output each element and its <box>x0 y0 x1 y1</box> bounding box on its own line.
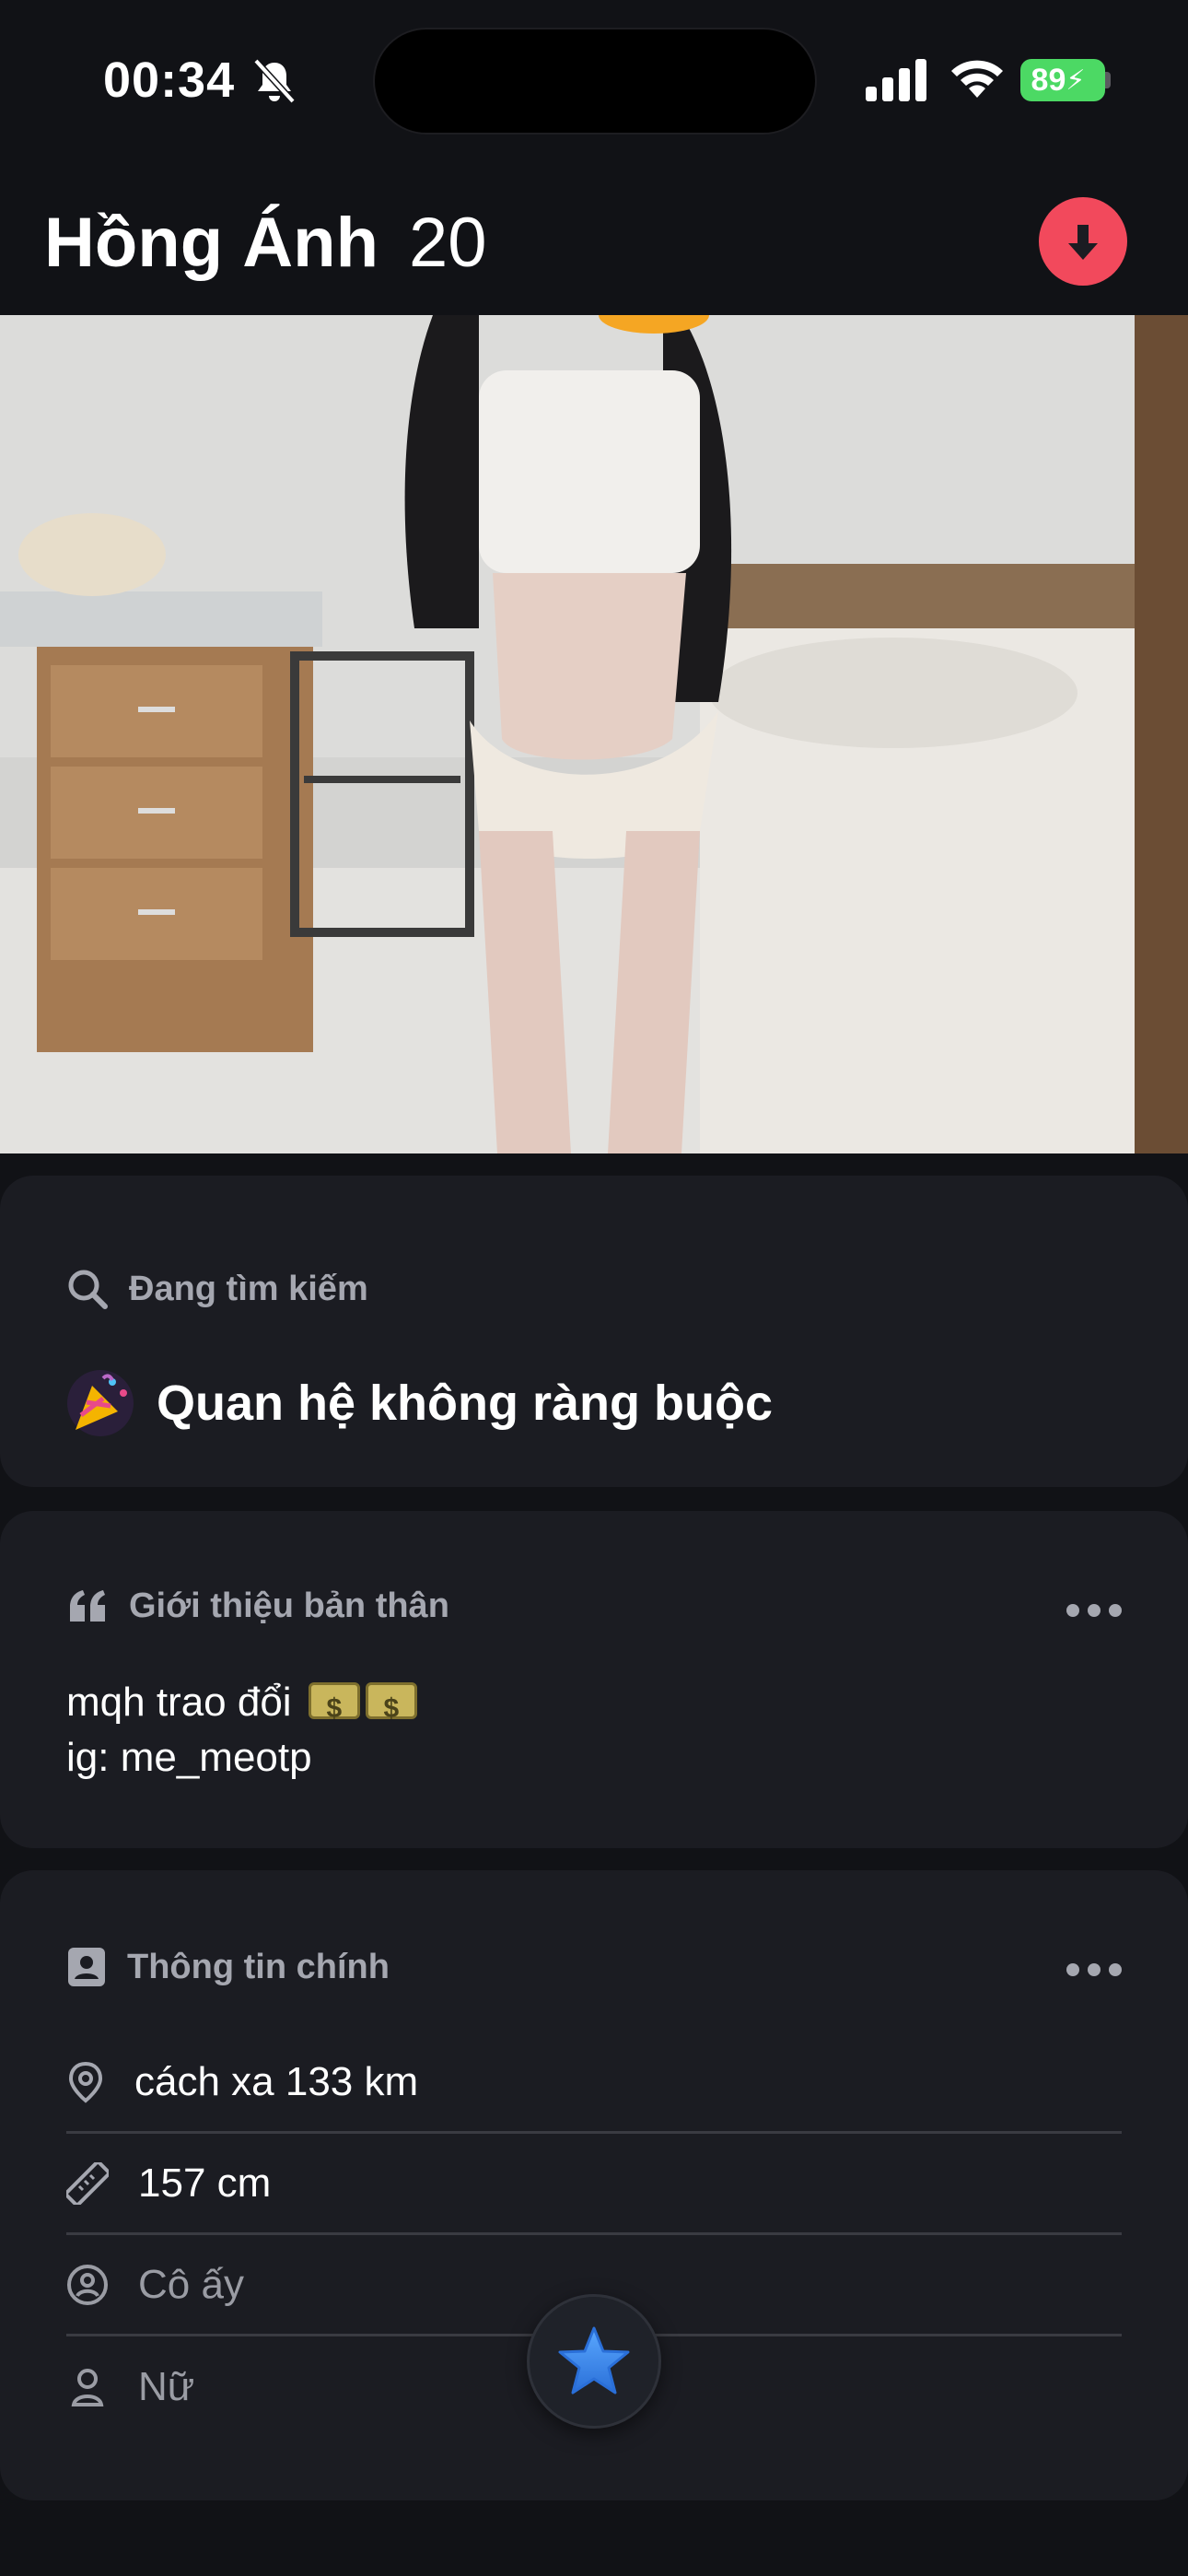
charging-bolt-icon: ⚡ <box>1066 64 1086 96</box>
looking-for-card: Đang tìm kiếm Quan hệ không ràng buộc <box>0 1176 1188 1487</box>
looking-for-header: Đang tìm kiếm <box>66 1268 368 1310</box>
battery-cap <box>1105 72 1111 88</box>
money-emoji-icon <box>308 1681 360 1737</box>
money-emoji-icon <box>365 1681 417 1737</box>
about-me-more-button[interactable] <box>1066 1601 1122 1620</box>
location-pin-icon <box>68 2061 103 2103</box>
collapse-profile-button[interactable] <box>1039 197 1127 286</box>
battery-level: 89 <box>1031 62 1066 98</box>
status-bar: 00:34 89 ⚡ <box>0 0 1188 157</box>
bio-line-1: mqh trao đổi <box>66 1680 292 1725</box>
profile-header: Hồng Ánh 20 <box>0 157 1188 315</box>
search-icon <box>68 1270 108 1309</box>
about-me-heading: Giới thiệu bản thân <box>129 1587 449 1625</box>
dynamic-island <box>373 28 817 135</box>
profile-name: Hồng Ánh <box>44 204 379 282</box>
ruler-icon <box>66 2161 109 2205</box>
wifi-icon <box>951 60 1003 98</box>
looking-for-heading: Đang tìm kiếm <box>129 1269 368 1308</box>
basics-heading: Thông tin chính <box>127 1947 390 1986</box>
quote-icon <box>70 1589 105 1622</box>
star-icon <box>558 2326 630 2395</box>
basics-header: Thông tin chính <box>66 1946 390 1988</box>
about-me-card: Giới thiệu bản thân mqh trao đổi ig: me_… <box>0 1511 1188 1848</box>
about-me-text: mqh trao đổi ig: me_meotp <box>66 1675 417 1786</box>
party-popper-icon <box>67 1370 134 1436</box>
user-circle-icon <box>67 2264 108 2305</box>
pronoun-text: Cô ấy <box>138 2261 244 2307</box>
distance-row: cách xa 133 km <box>66 2032 1122 2134</box>
about-me-header: Giới thiệu bản thân <box>66 1587 449 1626</box>
arrow-down-icon <box>1068 225 1098 260</box>
super-like-button[interactable] <box>527 2294 661 2429</box>
looking-for-text: Quan hệ không ràng buộc <box>157 1376 774 1431</box>
muted-bell-icon <box>253 58 296 104</box>
bio-line-2: ig: me_meotp <box>66 1735 312 1780</box>
cellular-signal-icon <box>866 59 926 101</box>
id-card-icon <box>68 1948 105 1986</box>
battery-indicator: 89 ⚡ <box>1020 59 1105 101</box>
height-row: 157 cm <box>66 2134 1122 2235</box>
profile-photo[interactable] <box>0 315 1188 1153</box>
gender-text: Nữ <box>138 2364 195 2409</box>
distance-text: cách xa 133 km <box>134 2058 419 2104</box>
basics-more-button[interactable] <box>1066 1961 1122 1979</box>
person-icon <box>71 2369 104 2406</box>
status-time: 00:34 <box>103 53 236 108</box>
height-text: 157 cm <box>138 2160 272 2206</box>
profile-photo-image <box>0 315 1188 1153</box>
looking-for-value: Quan hệ không ràng buộc <box>66 1369 773 1437</box>
profile-age: 20 <box>409 204 487 282</box>
